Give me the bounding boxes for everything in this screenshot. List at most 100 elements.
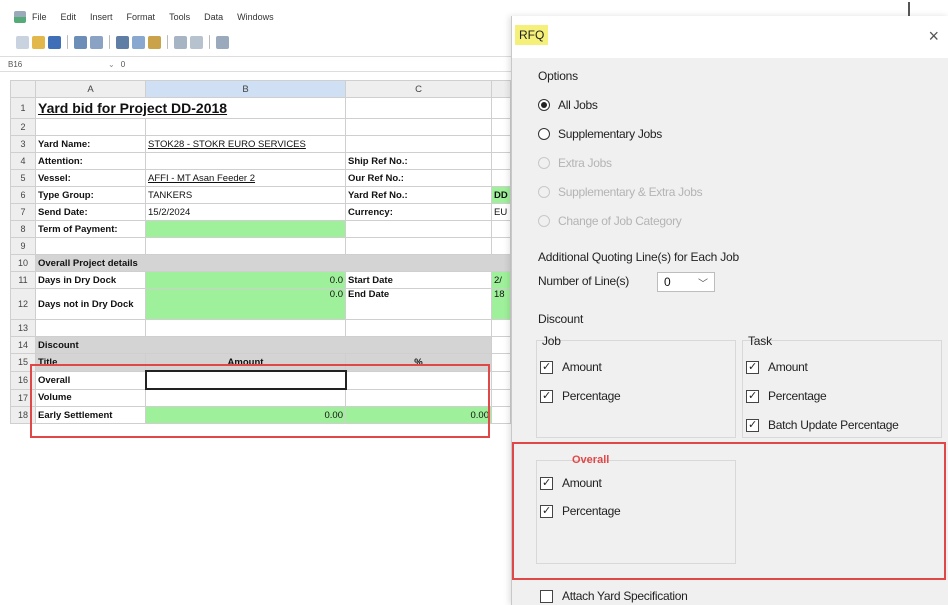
new-icon[interactable] (16, 35, 29, 49)
cell[interactable] (145, 152, 346, 170)
type-group-value[interactable]: TANKERS (145, 186, 346, 204)
ship-ref-label[interactable]: Ship Ref No.: (345, 152, 492, 170)
discount-header[interactable]: Discount (35, 336, 492, 354)
yard-ref-label[interactable]: Yard Ref No.: (345, 186, 492, 204)
row-number[interactable]: 12 (10, 288, 36, 320)
overall-percentage-checkbox[interactable]: ✓ Percentage (540, 504, 621, 518)
cell[interactable] (35, 118, 146, 136)
payment-value[interactable] (145, 220, 346, 238)
cell[interactable] (491, 370, 511, 390)
days-not-dock-value[interactable]: 0.0 (145, 288, 346, 320)
row-number[interactable]: 8 (10, 220, 36, 238)
checkbox-checked-icon[interactable]: ✓ (746, 389, 759, 403)
print-icon[interactable] (74, 35, 87, 49)
overall-details-header[interactable]: Overall Project details (35, 254, 511, 272)
send-date-label[interactable]: Send Date: (35, 203, 146, 221)
formula-input[interactable]: 0 (121, 60, 125, 69)
menu-file[interactable]: File (32, 12, 47, 22)
row-number[interactable]: 9 (10, 237, 36, 255)
currency-label[interactable]: Currency: (345, 203, 492, 221)
start-date-value[interactable]: 2/ (491, 271, 511, 289)
cell[interactable] (345, 97, 492, 119)
yard-name-value[interactable]: STOK28 - STOKR EURO SERVICES (145, 135, 346, 153)
days-not-dock-label[interactable]: Days not in Dry Dock (35, 288, 146, 320)
radio-selected-icon[interactable] (538, 99, 550, 111)
undo-icon[interactable] (174, 35, 187, 49)
task-amount-checkbox[interactable]: ✓ Amount (746, 360, 808, 374)
our-ref-label[interactable]: Our Ref No.: (345, 169, 492, 187)
cell[interactable] (35, 319, 146, 337)
cell[interactable] (491, 336, 511, 354)
menu-edit[interactable]: Edit (61, 12, 77, 22)
cell[interactable] (345, 118, 492, 136)
number-of-lines-select[interactable]: 0 ﹀ (657, 272, 715, 292)
vessel-value[interactable]: AFFI - MT Asan Feeder 2 (145, 169, 346, 187)
row-number[interactable]: 3 (10, 135, 36, 153)
cell[interactable] (145, 237, 346, 255)
save-icon[interactable] (48, 35, 61, 49)
checkbox-checked-icon[interactable]: ✓ (540, 476, 553, 490)
checkbox-checked-icon[interactable]: ✓ (746, 418, 759, 432)
menu-tools[interactable]: Tools (169, 12, 190, 22)
attention-label[interactable]: Attention: (35, 152, 146, 170)
cell[interactable] (491, 97, 511, 119)
overall-amount-checkbox[interactable]: ✓ Amount (540, 476, 602, 490)
column-header-b[interactable]: B (145, 80, 346, 98)
cell[interactable] (345, 135, 492, 153)
cell[interactable] (491, 237, 511, 255)
menu-insert[interactable]: Insert (90, 12, 113, 22)
checkbox-checked-icon[interactable]: ✓ (540, 389, 553, 403)
cell[interactable] (491, 152, 511, 170)
menu-windows[interactable]: Windows (237, 12, 274, 22)
row-number[interactable]: 6 (10, 186, 36, 204)
close-icon[interactable]: × (928, 26, 939, 47)
preview-icon[interactable] (90, 35, 103, 49)
yard-name-label[interactable]: Yard Name: (35, 135, 146, 153)
cell[interactable] (491, 353, 511, 372)
zoom-icon[interactable] (216, 35, 229, 49)
option-supplementary-jobs[interactable]: Supplementary Jobs (538, 127, 662, 141)
cell[interactable] (491, 135, 511, 153)
job-percentage-checkbox[interactable]: ✓ Percentage (540, 389, 621, 403)
row-number[interactable]: 13 (10, 319, 36, 337)
row-number[interactable]: 2 (10, 118, 36, 136)
end-date-label[interactable]: End Date (345, 288, 492, 320)
cell-reference[interactable]: B16 (0, 60, 108, 69)
corner-cell[interactable] (10, 80, 36, 98)
checkbox-checked-icon[interactable]: ✓ (540, 360, 553, 374)
cell[interactable] (491, 406, 511, 424)
cell[interactable] (345, 220, 492, 238)
row-number[interactable]: 4 (10, 152, 36, 170)
cut-icon[interactable] (116, 35, 129, 49)
end-date-value[interactable]: 18 (491, 288, 511, 320)
open-icon[interactable] (32, 35, 45, 49)
type-group-label[interactable]: Type Group: (35, 186, 146, 204)
checkbox-icon[interactable] (540, 589, 553, 603)
checkbox-checked-icon[interactable]: ✓ (746, 360, 759, 374)
cell[interactable] (491, 118, 511, 136)
yard-ref-value[interactable]: DD (491, 186, 511, 204)
row-number[interactable]: 5 (10, 169, 36, 187)
option-all-jobs[interactable]: All Jobs (538, 98, 598, 112)
row-number[interactable]: 11 (10, 271, 36, 289)
chevron-down-icon[interactable]: ⌄ (108, 60, 115, 69)
radio-icon[interactable] (538, 128, 550, 140)
copy-icon[interactable] (132, 35, 145, 49)
currency-value[interactable]: EU (491, 203, 511, 221)
cell[interactable] (145, 118, 346, 136)
attach-yard-spec-checkbox[interactable]: Attach Yard Specification (540, 589, 688, 603)
checkbox-checked-icon[interactable]: ✓ (540, 504, 553, 518)
row-number[interactable]: 7 (10, 203, 36, 221)
row-number[interactable]: 14 (10, 336, 36, 354)
project-title[interactable]: Yard bid for Project DD-2018 (35, 97, 346, 119)
cell[interactable] (491, 319, 511, 337)
send-date-value[interactable]: 15/2/2024 (145, 203, 346, 221)
row-number[interactable]: 1 (10, 97, 36, 119)
column-header-c[interactable]: C (345, 80, 492, 98)
column-header-d[interactable] (491, 80, 511, 98)
vessel-label[interactable]: Vessel: (35, 169, 146, 187)
column-header-a[interactable]: A (35, 80, 146, 98)
days-dock-value[interactable]: 0.0 (145, 271, 346, 289)
paste-icon[interactable] (148, 35, 161, 49)
start-date-label[interactable]: Start Date (345, 271, 492, 289)
